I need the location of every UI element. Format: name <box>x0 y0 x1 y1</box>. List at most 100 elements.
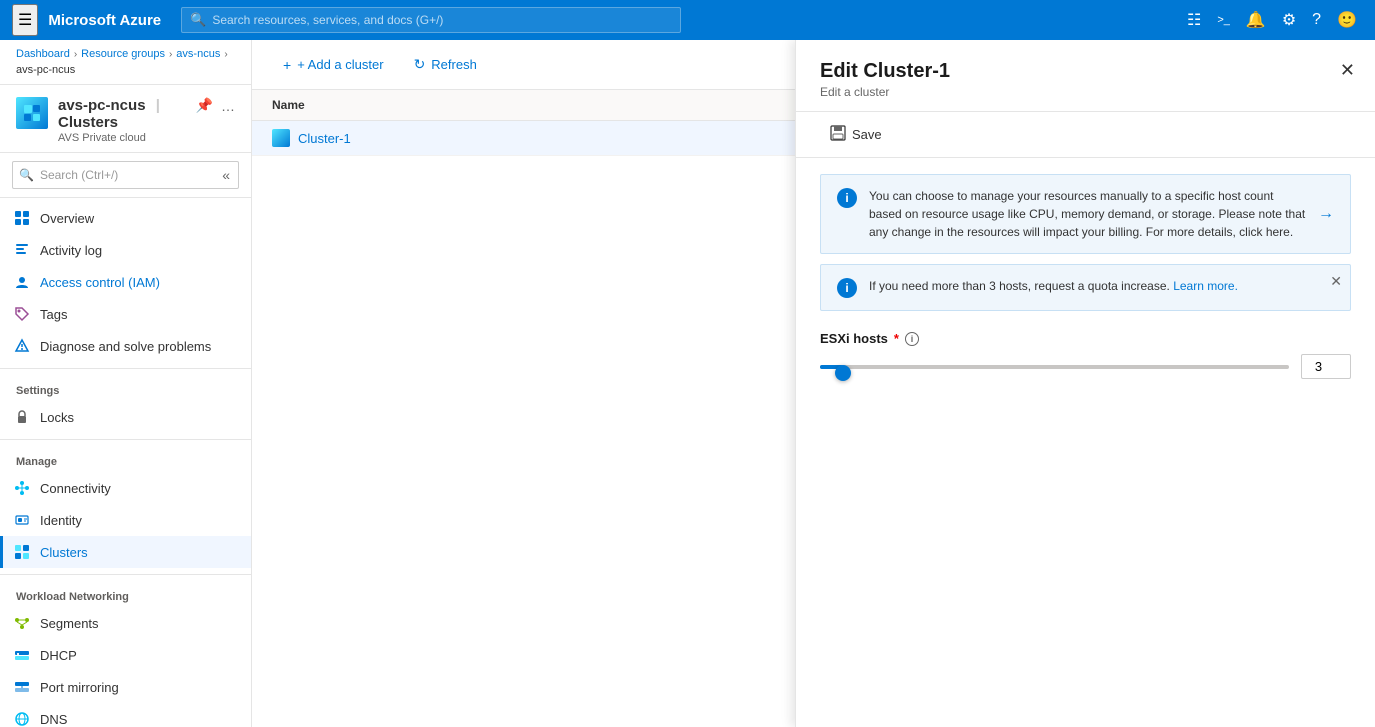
settings-section-label: Settings <box>0 375 251 401</box>
breadcrumb-current: avs-pc-ncus <box>16 64 75 76</box>
esxi-hosts-label: ESXi hosts * i <box>820 331 1351 346</box>
sidebar-item-identity[interactable]: Identity <box>0 504 251 536</box>
sidebar-item-segments[interactable]: Segments <box>0 607 251 639</box>
pin-icon[interactable]: 📌 <box>196 97 213 114</box>
global-search-input[interactable] <box>212 13 672 27</box>
sidebar-item-label: Activity log <box>40 243 102 258</box>
esxi-hosts-label-text: ESXi hosts <box>820 331 888 346</box>
esxi-hosts-field: ESXi hosts * i <box>820 331 1351 379</box>
tags-icon <box>12 304 32 324</box>
breadcrumb-resource-groups[interactable]: Resource groups <box>81 48 165 60</box>
resource-name-text: avs-pc-ncus <box>58 97 146 114</box>
sidebar-item-label: Overview <box>40 211 94 226</box>
search-icon: 🔍 <box>190 12 206 28</box>
edit-panel-body: i You can choose to manage your resource… <box>796 158 1375 727</box>
settings-btn[interactable]: ⚙ <box>1276 4 1302 36</box>
edit-panel-toolbar: Save <box>796 112 1375 158</box>
global-search-box: 🔍 <box>181 7 681 33</box>
slider-track <box>820 365 1289 369</box>
info-banner-icon-1: i <box>837 188 857 208</box>
notifications-btn[interactable]: 🔔 <box>1240 4 1272 36</box>
breadcrumb-avs-ncus[interactable]: avs-ncus <box>176 48 220 60</box>
clusters-icon <box>12 542 32 562</box>
nav-icon-group: ☷ >_ 🔔 ⚙ ? 🙂 <box>1181 4 1363 36</box>
save-icon <box>830 125 846 144</box>
cluster-row-icon <box>272 129 290 147</box>
cloud-shell-btn[interactable]: >_ <box>1211 8 1236 32</box>
collapse-sidebar-btn[interactable]: « <box>220 165 232 185</box>
hamburger-menu[interactable]: ☰ <box>12 4 38 36</box>
sidebar-search-input[interactable] <box>40 168 214 182</box>
portal-icon-btn[interactable]: ☷ <box>1181 4 1207 36</box>
port-mirroring-icon <box>12 677 32 697</box>
divider-1 <box>0 368 251 369</box>
refresh-button[interactable]: ↻ Refresh <box>403 50 488 79</box>
refresh-label: Refresh <box>431 57 477 72</box>
help-icon: ? <box>1312 11 1321 29</box>
esxi-hosts-label-info-icon[interactable]: i <box>905 332 919 346</box>
refresh-icon: ↻ <box>414 56 426 73</box>
hamburger-icon: ☰ <box>18 12 32 29</box>
sidebar-search-inner: 🔍 « <box>12 161 239 189</box>
sidebar-item-label: Segments <box>40 616 99 631</box>
sidebar-item-label: Identity <box>40 513 82 528</box>
sidebar-item-connectivity[interactable]: Connectivity <box>0 472 251 504</box>
sidebar-item-access-control[interactable]: Access control (IAM) <box>0 266 251 298</box>
sidebar-item-label: Access control (IAM) <box>40 275 160 290</box>
sidebar-item-label: Clusters <box>40 545 88 560</box>
dns-icon <box>12 709 32 727</box>
save-button[interactable]: Save <box>820 120 892 149</box>
feedback-btn[interactable]: 🙂 <box>1331 4 1363 36</box>
sidebar-navigation: Overview Activity log <box>0 198 251 727</box>
learn-more-link[interactable]: Learn more. <box>1173 279 1238 293</box>
sidebar-item-locks[interactable]: Locks <box>0 401 251 433</box>
connectivity-icon <box>12 478 32 498</box>
breadcrumb: Dashboard › Resource groups › avs-ncus ›… <box>0 40 251 85</box>
resource-subtitle: AVS Private cloud <box>58 132 186 144</box>
main-content: + + Add a cluster ↻ Refresh Name ESXi ho… <box>252 40 1375 727</box>
info-banner-arrow-1[interactable]: → <box>1318 205 1334 223</box>
sidebar-search-area: 🔍 « <box>0 153 251 198</box>
app-title: Microsoft Azure <box>48 12 161 29</box>
edit-panel-close-button[interactable]: ✕ <box>1336 56 1359 85</box>
sidebar-item-port-mirroring[interactable]: Port mirroring <box>0 671 251 703</box>
sidebar-item-label: Diagnose and solve problems <box>40 339 211 354</box>
sidebar-item-dhcp[interactable]: DHCP <box>0 639 251 671</box>
workload-networking-label: Workload Networking <box>0 581 251 607</box>
resource-header: avs-pc-ncus | Clusters AVS Private cloud… <box>0 85 251 153</box>
manage-section-label: Manage <box>0 446 251 472</box>
sidebar-item-diagnose[interactable]: Diagnose and solve problems <box>0 330 251 362</box>
overview-icon <box>12 208 32 228</box>
esxi-hosts-input[interactable] <box>1301 354 1351 379</box>
breadcrumb-dashboard[interactable]: Dashboard <box>16 48 70 60</box>
settings-icon: ⚙ <box>1282 10 1296 30</box>
info-banner-text-1: You can choose to manage your resources … <box>869 187 1306 241</box>
sidebar-item-label: DNS <box>40 712 67 727</box>
resource-separator: | <box>156 97 160 114</box>
sidebar-item-overview[interactable]: Overview <box>0 202 251 234</box>
resource-info: avs-pc-ncus | Clusters AVS Private cloud <box>58 97 186 144</box>
add-cluster-button[interactable]: + + Add a cluster <box>272 51 395 79</box>
resource-section: Clusters <box>58 114 118 131</box>
esxi-hosts-slider-wrapper <box>820 357 1289 377</box>
segments-icon <box>12 613 32 633</box>
sidebar-item-clusters[interactable]: Clusters <box>0 536 251 568</box>
sidebar: Dashboard › Resource groups › avs-ncus ›… <box>0 40 252 727</box>
required-indicator: * <box>894 331 899 346</box>
sidebar-item-activity-log[interactable]: Activity log <box>0 234 251 266</box>
activity-log-icon <box>12 240 32 260</box>
sidebar-item-dns[interactable]: DNS <box>0 703 251 727</box>
resource-icon <box>16 97 48 129</box>
help-btn[interactable]: ? <box>1306 5 1327 35</box>
info-banner-text-2: If you need more than 3 hosts, request a… <box>869 277 1334 295</box>
access-control-icon <box>12 272 32 292</box>
slider-thumb[interactable] <box>835 365 851 381</box>
sidebar-item-label: DHCP <box>40 648 77 663</box>
cloud-shell-icon: >_ <box>1217 14 1230 26</box>
info-banner-close-button[interactable]: ✕ <box>1330 273 1342 290</box>
divider-3 <box>0 574 251 575</box>
breadcrumb-sep-2: › <box>169 49 172 60</box>
sidebar-item-tags[interactable]: Tags <box>0 298 251 330</box>
feedback-icon: 🙂 <box>1337 10 1357 30</box>
more-options-icon[interactable]: … <box>221 98 235 114</box>
